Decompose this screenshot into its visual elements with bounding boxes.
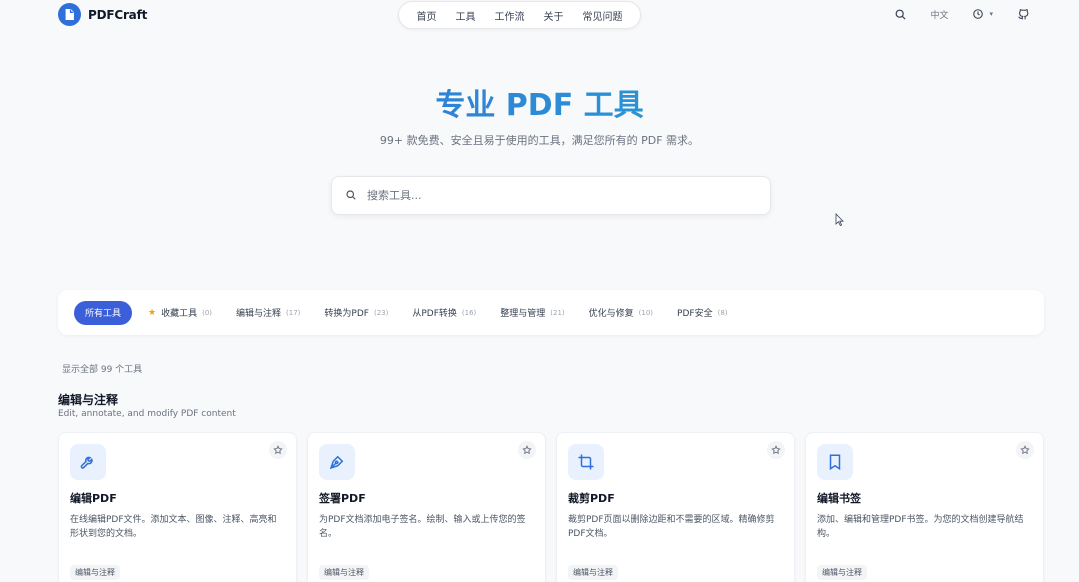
- category-label: 所有工具: [85, 309, 122, 319]
- clock-icon: [970, 6, 986, 22]
- search-input[interactable]: [367, 189, 747, 202]
- category-count: (23): [373, 308, 389, 317]
- pdf-logo-icon: [58, 3, 81, 26]
- card-tag: 编辑与注释: [817, 565, 867, 580]
- category-count: (16): [461, 308, 477, 317]
- category-label: 从PDF转换: [412, 309, 457, 319]
- nav-workflow[interactable]: 工作流: [495, 8, 525, 23]
- card-title: 签署PDF: [319, 492, 366, 505]
- category-count: (17): [286, 308, 301, 317]
- wrench-icon: [70, 444, 106, 480]
- favorite-star-icon[interactable]: [518, 441, 536, 459]
- brand-name: PDFCraft: [88, 7, 148, 22]
- search-icon: [345, 186, 357, 205]
- category-count: (0): [202, 308, 213, 317]
- category-label: 编辑与注释: [236, 309, 282, 319]
- hero-subtitle: 99+ 款免费、安全且易于使用的工具，满足您所有的 PDF 需求。: [379, 134, 700, 147]
- category-count: (8): [717, 308, 728, 317]
- card-description: 在线编辑PDF文件。添加文本、图像、注释、高亮和形状到您的文档。: [70, 515, 277, 539]
- page: PDFCraft 首页 工具 工作流 关于 常见问题 中文 ▾ 专业 PDF 工…: [0, 0, 1079, 582]
- category-convert-to-pdf[interactable]: 转换为PDF (23): [312, 301, 400, 325]
- github-icon[interactable]: [1015, 6, 1031, 22]
- category-label: PDF安全: [677, 309, 713, 319]
- top-header: PDFCraft 首页 工具 工作流 关于 常见问题 中文 ▾: [0, 0, 1079, 30]
- search-icon[interactable]: [892, 6, 908, 22]
- category-label: 转换为PDF: [324, 309, 369, 319]
- language-switcher[interactable]: 中文: [930, 8, 948, 21]
- category-label: 优化与修复: [588, 309, 634, 319]
- category-label: 整理与管理: [500, 309, 546, 319]
- tool-search-box[interactable]: [331, 176, 771, 215]
- tool-card-sign-pdf[interactable]: 签署PDF 为PDF文档添加电子签名。绘制、输入或上传您的签名。 编辑与注释: [307, 432, 546, 582]
- tool-card-crop-pdf[interactable]: 裁剪PDF 裁剪PDF页面以删除边距和不需要的区域。精确修剪PDF文档。 编辑与…: [556, 432, 795, 582]
- category-optimize-repair[interactable]: 优化与修复 (10): [577, 301, 665, 325]
- crop-icon: [568, 444, 604, 480]
- card-description: 为PDF文档添加电子签名。绘制、输入或上传您的签名。: [319, 515, 526, 539]
- card-title: 编辑书签: [817, 492, 861, 505]
- header-actions: 中文 ▾: [892, 6, 1031, 22]
- card-title: 裁剪PDF: [568, 492, 615, 505]
- category-favorites[interactable]: ★ 收藏工具 (0): [136, 301, 224, 325]
- nav-faq[interactable]: 常见问题: [583, 8, 623, 23]
- hero-title: 专业 PDF 工具: [0, 80, 1079, 124]
- category-all-tools[interactable]: 所有工具: [74, 300, 133, 325]
- favorite-star-icon[interactable]: [1016, 441, 1034, 459]
- category-edit-annotate[interactable]: 编辑与注释 (17): [224, 301, 312, 325]
- card-description: 添加、编辑和管理PDF书签。为您的文档创建导航结构。: [817, 515, 1024, 539]
- nav-home[interactable]: 首页: [417, 8, 437, 23]
- bookmark-icon: [817, 444, 853, 480]
- nav-about[interactable]: 关于: [544, 8, 564, 23]
- star-icon: ★: [148, 307, 157, 318]
- nav-tools[interactable]: 工具: [456, 8, 476, 23]
- tool-card-grid: 编辑PDF 在线编辑PDF文件。添加文本、图像、注释、高亮和形状到您的文档。 编…: [58, 432, 1044, 582]
- tool-card-edit-pdf[interactable]: 编辑PDF 在线编辑PDF文件。添加文本、图像、注释、高亮和形状到您的文档。 编…: [58, 432, 297, 582]
- card-tag: 编辑与注释: [568, 565, 618, 580]
- card-title: 编辑PDF: [70, 492, 117, 505]
- category-organize-manage[interactable]: 整理与管理 (21): [488, 301, 576, 325]
- history-button[interactable]: ▾: [970, 6, 993, 22]
- card-description: 裁剪PDF页面以删除边距和不需要的区域。精确修剪PDF文档。: [568, 515, 775, 539]
- card-tag: 编辑与注释: [319, 565, 369, 580]
- brand[interactable]: PDFCraft: [58, 3, 147, 26]
- mouse-cursor-icon: [835, 211, 844, 230]
- tool-count-label: 显示全部 99 个工具: [62, 365, 143, 375]
- chevron-down-icon: ▾: [989, 10, 993, 18]
- favorite-star-icon[interactable]: [767, 441, 785, 459]
- category-label: 收藏工具: [161, 309, 198, 319]
- section-description: Edit, annotate, and modify PDF content: [58, 409, 236, 419]
- category-filter-bar: 所有工具 ★ 收藏工具 (0) 编辑与注释 (17) 转换为PDF (23) 从…: [58, 290, 1044, 335]
- section-title: 编辑与注释: [58, 393, 119, 407]
- favorite-star-icon[interactable]: [269, 441, 287, 459]
- tool-card-edit-bookmarks[interactable]: 编辑书签 添加、编辑和管理PDF书签。为您的文档创建导航结构。 编辑与注释: [805, 432, 1044, 582]
- category-count: (21): [550, 308, 565, 317]
- main-nav: 首页 工具 工作流 关于 常见问题: [398, 1, 641, 29]
- pen-nib-icon: [319, 444, 355, 480]
- category-convert-from-pdf[interactable]: 从PDF转换 (16): [400, 301, 488, 325]
- category-pdf-security[interactable]: PDF安全 (8): [665, 301, 739, 325]
- card-tag: 编辑与注释: [70, 565, 120, 580]
- category-count: (10): [638, 308, 654, 317]
